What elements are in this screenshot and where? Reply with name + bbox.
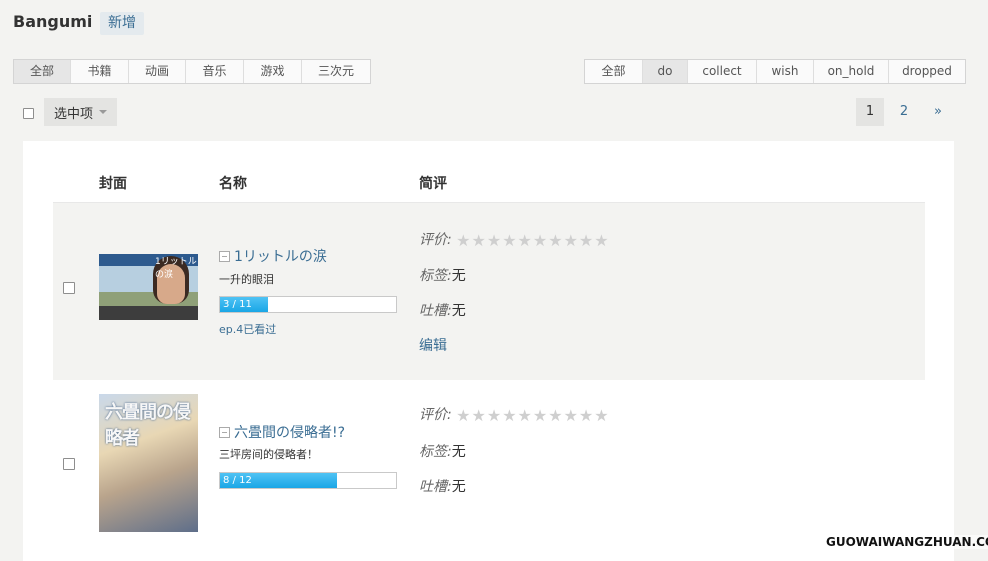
star-icon[interactable]: ★	[487, 231, 501, 250]
rating-stars[interactable]: ★ ★ ★ ★ ★ ★ ★ ★ ★ ★	[456, 406, 608, 425]
col-header-review: 简评	[419, 176, 447, 192]
star-icon[interactable]: ★	[456, 231, 470, 250]
tab-status-dropped[interactable]: dropped	[889, 60, 965, 83]
cover-image[interactable]: 六畳間の侵略者	[99, 394, 198, 532]
tags-value: 无	[451, 268, 466, 284]
progress-text: 3 / 11	[223, 299, 252, 310]
tags-label: 标签:	[419, 444, 452, 460]
cover-image[interactable]: 1リットルの涙	[99, 254, 198, 320]
progress-text: 8 / 12	[223, 475, 252, 486]
progress-fill: 3 / 11	[220, 297, 268, 312]
star-icon[interactable]: ★	[487, 406, 501, 425]
star-icon[interactable]: ★	[594, 231, 608, 250]
tags-row: 标签:无	[419, 441, 466, 461]
comment-row: 吐槽:无	[419, 300, 466, 320]
tab-music[interactable]: 音乐	[186, 60, 244, 83]
tab-all-types[interactable]: 全部	[14, 60, 71, 83]
watermark: GUOWAIWANGZHUAN.COM	[826, 535, 988, 549]
select-all-checkbox[interactable]	[23, 108, 34, 119]
tab-anime[interactable]: 动画	[129, 60, 186, 83]
tv-icon	[219, 426, 230, 438]
rating-label: 评价:	[419, 407, 452, 423]
rating-row: 评价: ★ ★ ★ ★ ★ ★ ★ ★ ★ ★	[419, 229, 609, 250]
star-icon[interactable]: ★	[472, 231, 486, 250]
tab-games[interactable]: 游戏	[244, 60, 302, 83]
bulk-action-label: 选中项	[54, 106, 94, 122]
tab-status-wish[interactable]: wish	[757, 60, 814, 83]
cover-title-text: 六畳間の侵略者	[105, 402, 191, 449]
item-title-link[interactable]: 1リットルの涙	[219, 246, 327, 266]
star-icon[interactable]: ★	[548, 231, 562, 250]
star-icon[interactable]: ★	[533, 406, 547, 425]
page-next[interactable]: »	[924, 98, 952, 126]
item-subtitle: 一升的眼泪	[219, 273, 274, 286]
star-icon[interactable]: ★	[502, 231, 516, 250]
comment-row: 吐槽:无	[419, 476, 466, 496]
tags-row: 标签:无	[419, 265, 466, 285]
star-icon[interactable]: ★	[456, 406, 470, 425]
item-subtitle: 三坪房间的侵略者！	[219, 448, 318, 461]
tab-status-all[interactable]: 全部	[585, 60, 643, 83]
tab-status-collect[interactable]: collect	[688, 60, 757, 83]
page-2[interactable]: 2	[890, 98, 918, 126]
page-1[interactable]: 1	[856, 98, 884, 126]
comment-label: 吐槽:	[419, 303, 452, 319]
star-icon[interactable]: ★	[518, 231, 532, 250]
edit-link[interactable]: 编辑	[419, 335, 447, 355]
star-icon[interactable]: ★	[472, 406, 486, 425]
tv-icon	[219, 250, 230, 262]
comment-value: 无	[451, 479, 466, 495]
item-title-link[interactable]: 六畳間の侵略者!?	[219, 422, 345, 442]
tab-books[interactable]: 书籍	[71, 60, 129, 83]
rating-label: 评价:	[419, 232, 452, 248]
comment-value: 无	[451, 303, 466, 319]
progress-bar[interactable]: 8 / 12	[219, 472, 397, 489]
star-icon[interactable]: ★	[594, 406, 608, 425]
star-icon[interactable]: ★	[533, 231, 547, 250]
star-icon[interactable]: ★	[502, 406, 516, 425]
type-tabs: 全部 书籍 动画 音乐 游戏 三次元	[13, 59, 371, 84]
star-icon[interactable]: ★	[548, 406, 562, 425]
comment-label: 吐槽:	[419, 479, 452, 495]
star-icon[interactable]: ★	[564, 231, 578, 250]
star-icon[interactable]: ★	[518, 406, 532, 425]
item-title: 1リットルの涙	[234, 249, 327, 265]
tab-real[interactable]: 三次元	[302, 60, 370, 83]
progress-fill: 8 / 12	[220, 473, 338, 488]
star-icon[interactable]: ★	[579, 231, 593, 250]
bulk-action-dropdown[interactable]: 选中项	[44, 98, 117, 126]
add-button[interactable]: 新增	[100, 12, 144, 35]
star-icon[interactable]: ★	[579, 406, 593, 425]
row-checkbox[interactable]	[63, 282, 75, 294]
last-watched-link[interactable]: ep.4已看过	[219, 321, 276, 337]
progress-bar[interactable]: 3 / 11	[219, 296, 397, 313]
item-title: 六畳間の侵略者!?	[234, 425, 346, 441]
col-header-name: 名称	[219, 176, 247, 192]
cover-title-text: 1リットルの涙	[155, 257, 197, 280]
col-header-cover: 封面	[99, 176, 127, 192]
tags-label: 标签:	[419, 268, 452, 284]
tab-status-on-hold[interactable]: on_hold	[814, 60, 889, 83]
app-title: Bangumi	[13, 12, 93, 31]
status-tabs: 全部 do collect wish on_hold dropped	[584, 59, 966, 84]
rating-row: 评价: ★ ★ ★ ★ ★ ★ ★ ★ ★ ★	[419, 404, 609, 425]
chevron-down-icon	[99, 110, 108, 114]
rating-stars[interactable]: ★ ★ ★ ★ ★ ★ ★ ★ ★ ★	[456, 231, 608, 250]
tab-status-do[interactable]: do	[643, 60, 688, 83]
tags-value: 无	[451, 444, 466, 460]
row-checkbox[interactable]	[63, 458, 75, 470]
star-icon[interactable]: ★	[564, 406, 578, 425]
